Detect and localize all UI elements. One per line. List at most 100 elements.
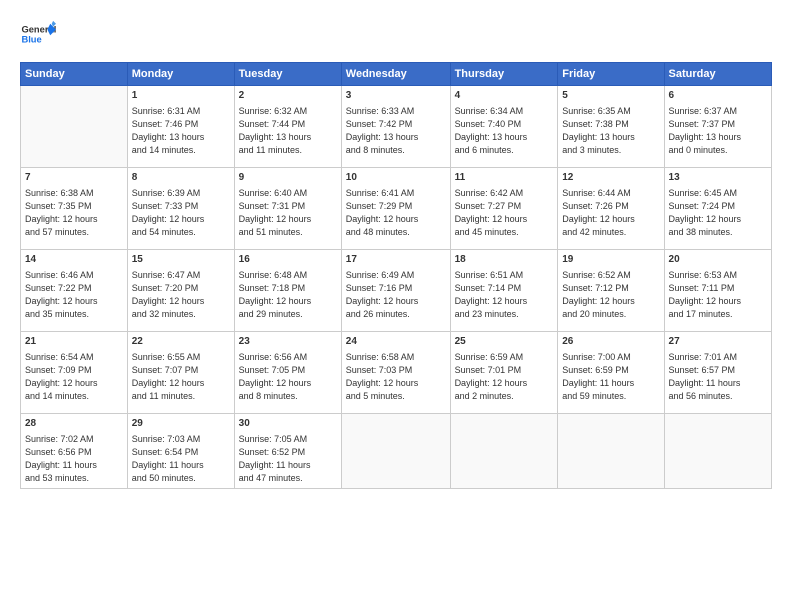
calendar-cell: 15Sunrise: 6:47 AM Sunset: 7:20 PM Dayli… (127, 250, 234, 332)
day-info: Sunrise: 6:59 AM Sunset: 7:01 PM Dayligh… (455, 351, 554, 403)
day-info: Sunrise: 7:03 AM Sunset: 6:54 PM Dayligh… (132, 433, 230, 485)
calendar-cell: 11Sunrise: 6:42 AM Sunset: 7:27 PM Dayli… (450, 168, 558, 250)
day-number: 13 (669, 171, 767, 185)
weekday-header-saturday: Saturday (664, 63, 771, 86)
week-row-4: 21Sunrise: 6:54 AM Sunset: 7:09 PM Dayli… (21, 332, 772, 414)
week-row-5: 28 Sunrise: 7:02 AM Sunset: 6:56 PM Dayli… (21, 414, 772, 489)
calendar-cell (450, 414, 558, 489)
header: General Blue (20, 18, 772, 54)
day-info: Sunrise: 6:39 AM Sunset: 7:33 PM Dayligh… (132, 187, 230, 239)
day-info: Sunrise: 6:44 AM Sunset: 7:26 PM Dayligh… (562, 187, 659, 239)
day-info: Sunrise: 6:34 AM Sunset: 7:40 PM Dayligh… (455, 105, 554, 157)
calendar-cell: 3Sunrise: 6:33 AM Sunset: 7:42 PM Daylig… (341, 86, 450, 168)
day-number: 9 (239, 171, 337, 185)
day-info: Sunrise: 6:45 AM Sunset: 7:24 PM Dayligh… (669, 187, 767, 239)
calendar-cell: 10 Sunrise: 6:41 AM Sunset: 7:29 PM Dayli… (341, 168, 450, 250)
day-number: 7 (25, 171, 123, 185)
weekday-header-sunday: Sunday (21, 63, 128, 86)
calendar-cell: 2 Sunrise: 6:32 AM Sunset: 7:44 PM Daylig… (234, 86, 341, 168)
calendar-cell: 16 Sunrise: 6:48 AM Sunset: 7:18 PM Dayli… (234, 250, 341, 332)
day-number: 1 (132, 89, 230, 103)
calendar-cell: 18Sunrise: 6:51 AM Sunset: 7:14 PM Dayli… (450, 250, 558, 332)
calendar-table: SundayMondayTuesdayWednesdayThursdayFrid… (20, 62, 772, 489)
calendar-cell: 26 Sunrise: 7:00 AM Sunset: 6:59 PM Dayli… (558, 332, 664, 414)
day-info: Sunrise: 6:46 AM Sunset: 7:22 PM Dayligh… (25, 269, 123, 321)
day-number: 3 (346, 89, 446, 103)
calendar-cell: 17 Sunrise: 6:49 AM Sunset: 7:16 PM Dayli… (341, 250, 450, 332)
day-number: 16 (239, 253, 337, 267)
calendar-cell: 21Sunrise: 6:54 AM Sunset: 7:09 PM Dayli… (21, 332, 128, 414)
calendar-cell: 1 Sunrise: 6:31 AM Sunset: 7:46 PM Daylig… (127, 86, 234, 168)
day-number: 21 (25, 335, 123, 349)
calendar-cell (21, 86, 128, 168)
day-number: 28 (25, 417, 123, 431)
logo-icon: General Blue (20, 18, 56, 54)
day-number: 26 (562, 335, 659, 349)
day-info: Sunrise: 6:32 AM Sunset: 7:44 PM Dayligh… (239, 105, 337, 157)
calendar-page: General Blue SundayMondayTuesdayWednesda… (0, 0, 792, 612)
day-info: Sunrise: 7:02 AM Sunset: 6:56 PM Dayligh… (25, 433, 123, 485)
calendar-cell: 9Sunrise: 6:40 AM Sunset: 7:31 PM Daylig… (234, 168, 341, 250)
day-info: Sunrise: 6:52 AM Sunset: 7:12 PM Dayligh… (562, 269, 659, 321)
day-info: Sunrise: 6:49 AM Sunset: 7:16 PM Dayligh… (346, 269, 446, 321)
calendar-cell: 24 Sunrise: 6:58 AM Sunset: 7:03 PM Dayli… (341, 332, 450, 414)
weekday-header-thursday: Thursday (450, 63, 558, 86)
svg-text:Blue: Blue (21, 34, 41, 44)
calendar-cell: 4 Sunrise: 6:34 AM Sunset: 7:40 PM Daylig… (450, 86, 558, 168)
day-info: Sunrise: 7:05 AM Sunset: 6:52 PM Dayligh… (239, 433, 337, 485)
day-number: 8 (132, 171, 230, 185)
day-number: 6 (669, 89, 767, 103)
day-info: Sunrise: 6:48 AM Sunset: 7:18 PM Dayligh… (239, 269, 337, 321)
week-row-1: 1 Sunrise: 6:31 AM Sunset: 7:46 PM Daylig… (21, 86, 772, 168)
calendar-cell: 22 Sunrise: 6:55 AM Sunset: 7:07 PM Dayli… (127, 332, 234, 414)
day-info: Sunrise: 6:31 AM Sunset: 7:46 PM Dayligh… (132, 105, 230, 157)
calendar-cell: 19 Sunrise: 6:52 AM Sunset: 7:12 PM Dayli… (558, 250, 664, 332)
day-number: 30 (239, 417, 337, 431)
day-number: 17 (346, 253, 446, 267)
day-number: 27 (669, 335, 767, 349)
calendar-cell: 28 Sunrise: 7:02 AM Sunset: 6:56 PM Dayli… (21, 414, 128, 489)
calendar-cell: 12 Sunrise: 6:44 AM Sunset: 7:26 PM Dayli… (558, 168, 664, 250)
weekday-header-friday: Friday (558, 63, 664, 86)
day-number: 12 (562, 171, 659, 185)
calendar-cell: 27 Sunrise: 7:01 AM Sunset: 6:57 PM Dayli… (664, 332, 771, 414)
day-number: 22 (132, 335, 230, 349)
calendar-cell: 30 Sunrise: 7:05 AM Sunset: 6:52 PM Dayli… (234, 414, 341, 489)
day-number: 10 (346, 171, 446, 185)
day-number: 18 (455, 253, 554, 267)
calendar-cell: 20Sunrise: 6:53 AM Sunset: 7:11 PM Dayli… (664, 250, 771, 332)
weekday-header-wednesday: Wednesday (341, 63, 450, 86)
day-info: Sunrise: 6:41 AM Sunset: 7:29 PM Dayligh… (346, 187, 446, 239)
calendar-cell: 8 Sunrise: 6:39 AM Sunset: 7:33 PM Daylig… (127, 168, 234, 250)
day-info: Sunrise: 6:47 AM Sunset: 7:20 PM Dayligh… (132, 269, 230, 321)
calendar-cell (341, 414, 450, 489)
day-info: Sunrise: 7:01 AM Sunset: 6:57 PM Dayligh… (669, 351, 767, 403)
day-number: 25 (455, 335, 554, 349)
weekday-header-tuesday: Tuesday (234, 63, 341, 86)
weekday-header-monday: Monday (127, 63, 234, 86)
day-info: Sunrise: 6:58 AM Sunset: 7:03 PM Dayligh… (346, 351, 446, 403)
logo: General Blue (20, 18, 56, 54)
day-number: 24 (346, 335, 446, 349)
calendar-cell: 14 Sunrise: 6:46 AM Sunset: 7:22 PM Dayli… (21, 250, 128, 332)
day-number: 2 (239, 89, 337, 103)
calendar-cell: 23 Sunrise: 6:56 AM Sunset: 7:05 PM Dayli… (234, 332, 341, 414)
calendar-cell: 25 Sunrise: 6:59 AM Sunset: 7:01 PM Dayli… (450, 332, 558, 414)
day-number: 14 (25, 253, 123, 267)
day-info: Sunrise: 6:35 AM Sunset: 7:38 PM Dayligh… (562, 105, 659, 157)
week-row-3: 14 Sunrise: 6:46 AM Sunset: 7:22 PM Dayli… (21, 250, 772, 332)
week-row-2: 7 Sunrise: 6:38 AM Sunset: 7:35 PM Daylig… (21, 168, 772, 250)
day-info: Sunrise: 6:55 AM Sunset: 7:07 PM Dayligh… (132, 351, 230, 403)
calendar-cell: 5 Sunrise: 6:35 AM Sunset: 7:38 PM Daylig… (558, 86, 664, 168)
day-info: Sunrise: 6:38 AM Sunset: 7:35 PM Dayligh… (25, 187, 123, 239)
day-number: 29 (132, 417, 230, 431)
day-info: Sunrise: 7:00 AM Sunset: 6:59 PM Dayligh… (562, 351, 659, 403)
day-number: 4 (455, 89, 554, 103)
day-number: 5 (562, 89, 659, 103)
day-number: 19 (562, 253, 659, 267)
calendar-cell (558, 414, 664, 489)
weekday-header-row: SundayMondayTuesdayWednesdayThursdayFrid… (21, 63, 772, 86)
day-number: 23 (239, 335, 337, 349)
calendar-cell: 13 Sunrise: 6:45 AM Sunset: 7:24 PM Dayli… (664, 168, 771, 250)
day-info: Sunrise: 6:56 AM Sunset: 7:05 PM Dayligh… (239, 351, 337, 403)
